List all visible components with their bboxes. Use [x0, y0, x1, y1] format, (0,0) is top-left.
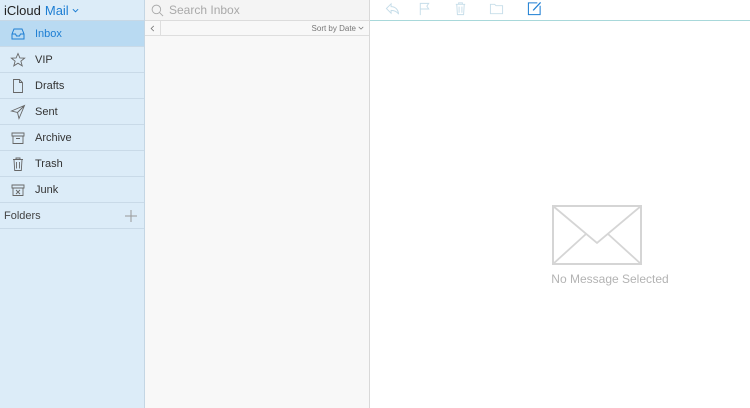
compose-button[interactable] [523, 0, 545, 17]
sidebar-item-trash[interactable]: Trash [0, 151, 144, 177]
sort-bar: Sort by Date [145, 20, 369, 36]
plus-icon[interactable] [124, 209, 138, 223]
message-list: Sort by Date [145, 0, 370, 408]
chevron-down-icon [358, 26, 364, 30]
toolbar [370, 0, 750, 21]
document-icon [0, 78, 35, 94]
compose-icon [527, 1, 541, 16]
search-bar [145, 0, 369, 21]
reading-pane: No Message Selected [370, 0, 750, 408]
sidebar-item-inbox[interactable]: Inbox [0, 21, 144, 47]
folder-icon [489, 3, 503, 15]
mail-app: iCloud Mail Inbox VIP Drafts Sent Archiv… [0, 0, 750, 408]
app-title[interactable]: iCloud Mail [0, 0, 144, 21]
search-input[interactable] [169, 3, 359, 17]
trash-icon [455, 2, 465, 16]
search-icon [151, 4, 164, 16]
sidebar-item-sent[interactable]: Sent [0, 99, 144, 125]
trash-icon [0, 156, 35, 172]
move-button[interactable] [485, 0, 507, 17]
sidebar-item-archive[interactable]: Archive [0, 125, 144, 151]
reply-icon [385, 2, 399, 15]
empty-state [552, 205, 642, 265]
sidebar-item-label: Trash [35, 157, 63, 170]
sidebar-item-label: Archive [35, 131, 72, 144]
sidebar-item-junk[interactable]: Junk [0, 177, 144, 203]
sidebar-item-label: Drafts [35, 79, 65, 92]
envelope-icon [552, 205, 642, 265]
junk-box-icon [0, 182, 35, 198]
archive-box-icon [0, 130, 35, 146]
inbox-icon [0, 26, 35, 42]
empty-state-label: No Message Selected [551, 272, 669, 286]
brand-name: iCloud [4, 2, 41, 18]
sidebar-item-label: VIP [35, 53, 53, 66]
sidebar-item-label: Inbox [35, 27, 62, 40]
collapse-button[interactable] [145, 20, 161, 36]
reply-button[interactable] [381, 0, 403, 17]
sort-label: Sort by Date [311, 23, 356, 33]
app-name: Mail [44, 2, 69, 18]
sidebar: iCloud Mail Inbox VIP Drafts Sent Archiv… [0, 0, 145, 408]
folders-header: Folders [0, 203, 144, 229]
sidebar-item-label: Junk [35, 183, 59, 196]
star-icon [0, 51, 35, 68]
sidebar-item-vip[interactable]: VIP [0, 47, 144, 73]
sidebar-item-drafts[interactable]: Drafts [0, 73, 144, 99]
delete-button[interactable] [449, 0, 471, 17]
chevron-down-icon [72, 8, 79, 13]
sort-dropdown[interactable]: Sort by Date [312, 24, 369, 33]
chevron-left-icon [150, 25, 155, 31]
paper-plane-icon [0, 104, 35, 120]
sidebar-item-label: Sent [35, 105, 58, 118]
flag-button[interactable] [413, 0, 435, 17]
flag-icon [419, 2, 430, 16]
folders-label: Folders [4, 209, 41, 222]
